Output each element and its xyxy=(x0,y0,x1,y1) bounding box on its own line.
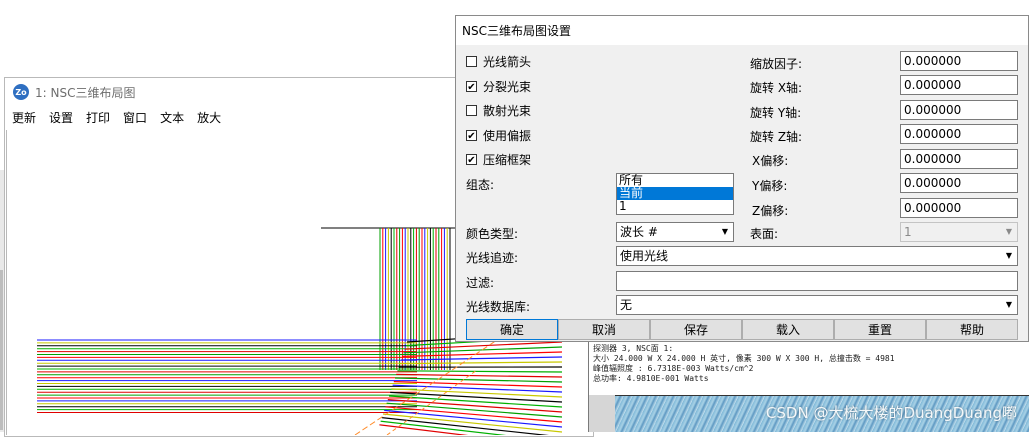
chevron-down-icon[interactable]: ▼ xyxy=(718,224,732,240)
app-logo-icon: Zo xyxy=(13,84,29,100)
detector-info-line: 峰值辐照度 : 6.7318E-003 Watts/cm^2 xyxy=(593,364,1026,374)
load-button[interactable]: 载入 xyxy=(742,319,834,340)
filter-input[interactable] xyxy=(616,271,1018,291)
color-type-value: 波长 # xyxy=(620,225,658,239)
rotate-y-label: 旋转 Y轴: xyxy=(750,104,801,121)
diagonal-ray xyxy=(402,352,562,356)
help-button[interactable]: 帮助 xyxy=(926,319,1018,340)
checkbox-suppress-frame[interactable]: ✔ 压缩框架 xyxy=(466,150,531,168)
detector-info-line: 总功率: 4.9810E-001 Watts xyxy=(593,374,1026,384)
menu-print[interactable]: 打印 xyxy=(86,109,110,126)
offset-y-label: Y偏移: xyxy=(752,177,787,194)
diagonal-ray xyxy=(397,371,562,372)
filter-label: 过滤: xyxy=(466,274,494,291)
ray-database-value: 无 xyxy=(620,298,632,312)
menu-update[interactable]: 更新 xyxy=(12,109,36,126)
ray-trace-value: 使用光线 xyxy=(620,249,668,263)
rotate-x-field[interactable]: 0.000000 xyxy=(900,75,1018,95)
detector-info-text: 探测器 3, NSC面 1: 大小 24.000 W X 24.000 H 英寸… xyxy=(593,344,1026,384)
watermark-text: CSDN @大梳大楼的DuangDuang嘟 xyxy=(766,402,1017,423)
scale-factor-label: 缩放因子: xyxy=(750,55,802,72)
checkbox-scatter-rays[interactable]: 散射光束 xyxy=(466,101,531,119)
surface-label: 表面: xyxy=(750,225,778,242)
nsc-layout-settings-dialog: NSC三维布局图设置 光线箭头 ✔ 分裂光束 散射光束 ✔ 使用偏振 ✔ 压缩框… xyxy=(455,15,1029,342)
menu-settings[interactable]: 设置 xyxy=(49,109,73,126)
diagonal-ray xyxy=(395,378,562,382)
checkbox-split-rays[interactable]: ✔ 分裂光束 xyxy=(466,77,531,95)
checkbox-ray-arrows[interactable]: 光线箭头 xyxy=(466,52,531,70)
checkbox-use-polarization[interactable]: ✔ 使用偏振 xyxy=(466,126,531,144)
diagonal-ray xyxy=(383,414,562,432)
config-label: 组态: xyxy=(466,176,494,193)
dialog-titlebar[interactable]: NSC三维布局图设置 xyxy=(456,16,1028,45)
rotate-z-label: 旋转 Z轴: xyxy=(750,128,802,145)
checkbox-split-rays-box[interactable]: ✔ xyxy=(466,81,477,92)
detector-info-line: 大小 24.000 W X 24.000 H 英寸, 像素 300 W X 30… xyxy=(593,354,1026,364)
menu-zoom[interactable]: 放大 xyxy=(197,109,221,126)
color-type-label: 颜色类型: xyxy=(466,225,518,242)
rotate-y-field[interactable]: 0.000000 xyxy=(900,100,1018,120)
save-button[interactable]: 保存 xyxy=(650,319,742,340)
checkbox-label: 使用偏振 xyxy=(483,127,531,144)
checkbox-label: 光线箭头 xyxy=(483,53,531,70)
rotate-z-field[interactable]: 0.000000 xyxy=(900,124,1018,144)
offset-x-label: X偏移: xyxy=(752,152,788,169)
offset-y-field[interactable]: 0.000000 xyxy=(900,173,1018,193)
reset-button[interactable]: 重置 xyxy=(834,319,926,340)
background-window-edge-dark xyxy=(0,270,3,430)
horizontal-ray-bundle xyxy=(37,340,417,413)
config-listbox[interactable]: 所有 当前 1 xyxy=(616,173,734,215)
ray-database-select[interactable]: 无 ▼ xyxy=(616,295,1018,315)
ray-trace-select[interactable]: 使用光线 ▼ xyxy=(616,246,1018,266)
app-logo-text: Zo xyxy=(15,88,26,97)
surface-value: 1 xyxy=(904,225,912,239)
config-option-selected[interactable]: 当前 xyxy=(617,187,733,200)
layout-window-title: 1: NSC三维布局图 xyxy=(35,84,135,101)
checkbox-label: 分裂光束 xyxy=(483,78,531,95)
scale-factor-field[interactable]: 0.000000 xyxy=(900,51,1018,71)
detector-info-line: 探测器 3, NSC面 1: xyxy=(593,344,1026,354)
ok-button[interactable]: 确定 xyxy=(466,319,558,340)
chevron-down-icon[interactable]: ▼ xyxy=(1002,297,1016,313)
checkbox-scatter-rays-box[interactable] xyxy=(466,105,477,116)
checkbox-suppress-frame-box[interactable]: ✔ xyxy=(466,154,477,165)
menu-window[interactable]: 窗口 xyxy=(123,109,147,126)
checkbox-label: 压缩框架 xyxy=(483,151,531,168)
diagonal-ray xyxy=(391,389,562,397)
chevron-down-icon: ▼ xyxy=(1002,224,1016,240)
ray-trace-label: 光线追迹: xyxy=(466,249,518,266)
checkbox-ray-arrows-box[interactable] xyxy=(466,56,477,67)
checkbox-label: 散射光束 xyxy=(483,102,531,119)
diagonal-ray xyxy=(396,374,562,377)
offset-z-field[interactable]: 0.000000 xyxy=(900,198,1018,218)
detector-scale-strip xyxy=(589,395,615,432)
chevron-down-icon[interactable]: ▼ xyxy=(1002,248,1016,264)
cancel-button[interactable]: 取消 xyxy=(558,319,650,340)
diagonal-ray xyxy=(400,362,562,364)
surface-select: 1 ▼ xyxy=(900,222,1018,242)
offset-x-field[interactable]: 0.000000 xyxy=(900,149,1018,169)
color-type-select[interactable]: 波长 # ▼ xyxy=(616,222,734,242)
checkbox-use-polarization-box[interactable]: ✔ xyxy=(466,130,477,141)
rotate-x-label: 旋转 X轴: xyxy=(750,79,802,96)
config-option[interactable]: 1 xyxy=(617,200,733,213)
ray-database-label: 光线数据库: xyxy=(466,298,530,315)
offset-z-label: Z偏移: xyxy=(752,202,788,219)
menu-text[interactable]: 文本 xyxy=(160,109,184,126)
dialog-title: NSC三维布局图设置 xyxy=(462,22,571,39)
